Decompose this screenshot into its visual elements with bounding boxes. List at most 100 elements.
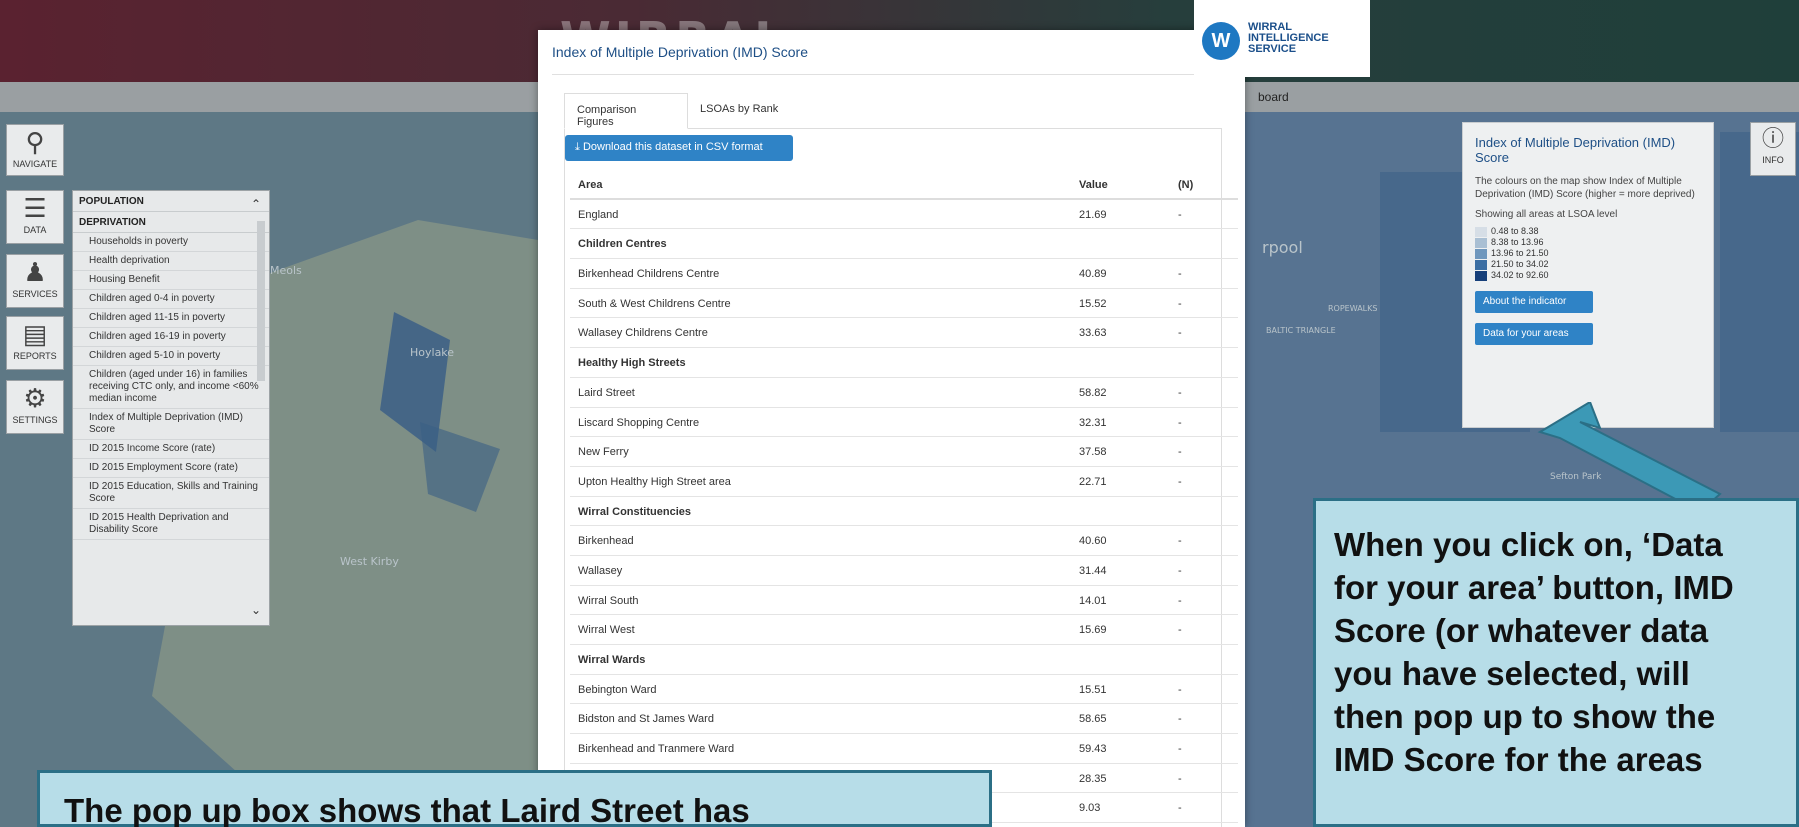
table-row: Birkenhead 40.60 -	[570, 526, 1238, 556]
row-area: Bidston and St James Ward	[578, 713, 714, 726]
map-place-label: ROPEWALKS	[1328, 304, 1378, 313]
people-icon: ♟	[23, 257, 47, 287]
table-header-row: Area Value (N)	[570, 170, 1238, 200]
popup-title: Index of Multiple Deprivation (IMD) Scor…	[552, 44, 808, 60]
map-urban-area	[1720, 132, 1799, 432]
map-place-label: Meols	[270, 264, 302, 277]
info-button[interactable]: ⓘ INFO	[1750, 122, 1796, 176]
row-value: 15.51	[1079, 683, 1107, 696]
legend-row: 0.48 to 8.38	[1475, 226, 1701, 237]
row-value: 40.89	[1079, 268, 1107, 281]
row-n: -	[1178, 713, 1182, 726]
row-n: -	[1178, 772, 1182, 785]
layer-item[interactable]: Housing Benefit	[73, 271, 269, 290]
about-indicator-button[interactable]: About the indicator	[1475, 291, 1593, 313]
services-button[interactable]: ♟ SERVICES	[6, 254, 64, 308]
reports-label: REPORTS	[13, 351, 57, 361]
column-header-n: (N)	[1178, 179, 1194, 191]
row-value: 28.35	[1079, 772, 1107, 785]
layer-item[interactable]: Children aged 11-15 in poverty	[73, 309, 269, 328]
layer-item[interactable]: ID 2015 Employment Score (rate)	[73, 459, 269, 478]
download-icon: ⤓	[575, 141, 580, 153]
gear-icon: ⚙	[23, 383, 47, 413]
row-value: 59.43	[1079, 743, 1107, 756]
row-n: -	[1178, 297, 1182, 310]
legend-row: 8.38 to 13.96	[1475, 237, 1701, 248]
layer-item[interactable]: ID 2015 Income Score (rate)	[73, 440, 269, 459]
callout-line: for your area’ button, IMD	[1334, 569, 1734, 606]
callout-line: IMD Score for the areas	[1334, 741, 1703, 778]
download-csv-button[interactable]: ⤓ Download this dataset in CSV format	[565, 135, 793, 161]
tutorial-callout-right: When you click on, ‘Data for your area’ …	[1313, 498, 1799, 827]
navigate-button[interactable]: ⚲ NAVIGATE	[6, 124, 64, 176]
layer-section-population[interactable]: POPULATION	[73, 191, 269, 212]
callout-line: then pop up to show the	[1334, 698, 1716, 735]
services-label: SERVICES	[12, 289, 58, 299]
row-value: 9.03	[1079, 802, 1101, 815]
table-row: England 21.69 -	[570, 200, 1238, 230]
legend-swatch	[1475, 271, 1487, 281]
column-header-value: Value	[1079, 179, 1108, 191]
settings-button[interactable]: ⚙ SETTINGS	[6, 380, 64, 434]
layer-item[interactable]: ID 2015 Health Deprivation and Disabilit…	[73, 509, 269, 540]
wis-logo-text: WIRRAL INTELLIGENCE SERVICE	[1248, 22, 1329, 55]
row-value: 31.44	[1079, 564, 1107, 577]
layer-item[interactable]: ID 2015 Education, Skills and Training S…	[73, 478, 269, 509]
table-row: Bidston and St James Ward 58.65 -	[570, 704, 1238, 735]
comparison-table: Area Value (N) England 21.69 - Children Ce…	[570, 170, 1238, 824]
row-n: -	[1178, 416, 1182, 429]
tab-comparison-figures[interactable]: Comparison Figures	[564, 93, 688, 129]
row-value: 33.63	[1079, 327, 1107, 340]
layer-item[interactable]: Children aged 0-4 in poverty	[73, 290, 269, 309]
layer-item[interactable]: Children aged 5-10 in poverty	[73, 347, 269, 366]
callout-text: The pop up box shows that Laird Street h…	[64, 792, 750, 827]
table-row: South & West Childrens Centre 15.52 -	[570, 289, 1238, 319]
row-value: 58.82	[1079, 386, 1107, 399]
layer-item[interactable]: Health deprivation	[73, 252, 269, 271]
layer-item[interactable]: Households in poverty	[73, 233, 269, 252]
group-label: Wirral Constituencies	[578, 505, 691, 518]
callout-line: you have selected, will	[1334, 655, 1690, 692]
layer-menu-panel: POPULATION ⌃ DEPRIVATION Households in p…	[72, 190, 270, 626]
layer-section-deprivation[interactable]: DEPRIVATION	[73, 212, 269, 233]
tab-lsoas-by-rank[interactable]: LSOAs by Rank	[688, 93, 798, 129]
subnav-dashboard-link[interactable]: board	[1258, 90, 1289, 104]
group-label: Children Centres	[578, 238, 667, 251]
row-area: Wallasey	[578, 564, 623, 577]
reports-button[interactable]: ▤ REPORTS	[6, 316, 64, 370]
chevron-down-icon[interactable]: ⌄	[251, 603, 261, 617]
legend-label: 13.96 to 21.50	[1491, 248, 1549, 258]
legend-swatch	[1475, 238, 1487, 248]
column-header-area: Area	[578, 179, 603, 191]
row-area: Birkenhead	[578, 535, 634, 548]
info-label: INFO	[1762, 155, 1784, 165]
row-area: Wallasey Childrens Centre	[578, 327, 708, 340]
legend-row: 13.96 to 21.50	[1475, 248, 1701, 259]
download-csv-label: Download this dataset in CSV format	[582, 141, 763, 153]
layer-menu-scrollbar[interactable]	[257, 221, 265, 381]
wirral-intelligence-service-logo: W WIRRAL INTELLIGENCE SERVICE	[1194, 0, 1370, 77]
layer-item[interactable]: Children aged 16-19 in poverty	[73, 328, 269, 347]
row-n: -	[1178, 743, 1182, 756]
row-area: South & West Childrens Centre	[578, 297, 731, 310]
data-button[interactable]: ☰ DATA	[6, 190, 64, 244]
row-area: Laird Street	[578, 386, 635, 399]
row-area: Birkenhead Childrens Centre	[578, 268, 720, 281]
data-for-your-areas-button[interactable]: Data for your areas	[1475, 323, 1593, 345]
tutorial-callout-left: The pop up box shows that Laird Street h…	[37, 770, 992, 827]
row-n: -	[1178, 386, 1182, 399]
chevron-up-icon[interactable]: ⌃	[251, 197, 261, 211]
row-value: 58.65	[1079, 713, 1107, 726]
layer-item[interactable]: Children (aged under 16) in families rec…	[73, 366, 269, 409]
row-value: 40.60	[1079, 535, 1107, 548]
row-n: -	[1178, 475, 1182, 488]
row-value: 15.69	[1079, 624, 1107, 637]
legend-row: 34.02 to 92.60	[1475, 270, 1701, 281]
settings-label: SETTINGS	[12, 415, 58, 425]
wis-logo-mark: W	[1202, 22, 1240, 60]
table-row: New Ferry 37.58 -	[570, 437, 1238, 467]
legend-row: 21.50 to 34.02	[1475, 259, 1701, 270]
row-area: Liscard Shopping Centre	[578, 416, 700, 429]
row-value: 21.69	[1079, 208, 1107, 221]
layer-item-selected[interactable]: Index of Multiple Deprivation (IMD) Scor…	[73, 409, 269, 440]
